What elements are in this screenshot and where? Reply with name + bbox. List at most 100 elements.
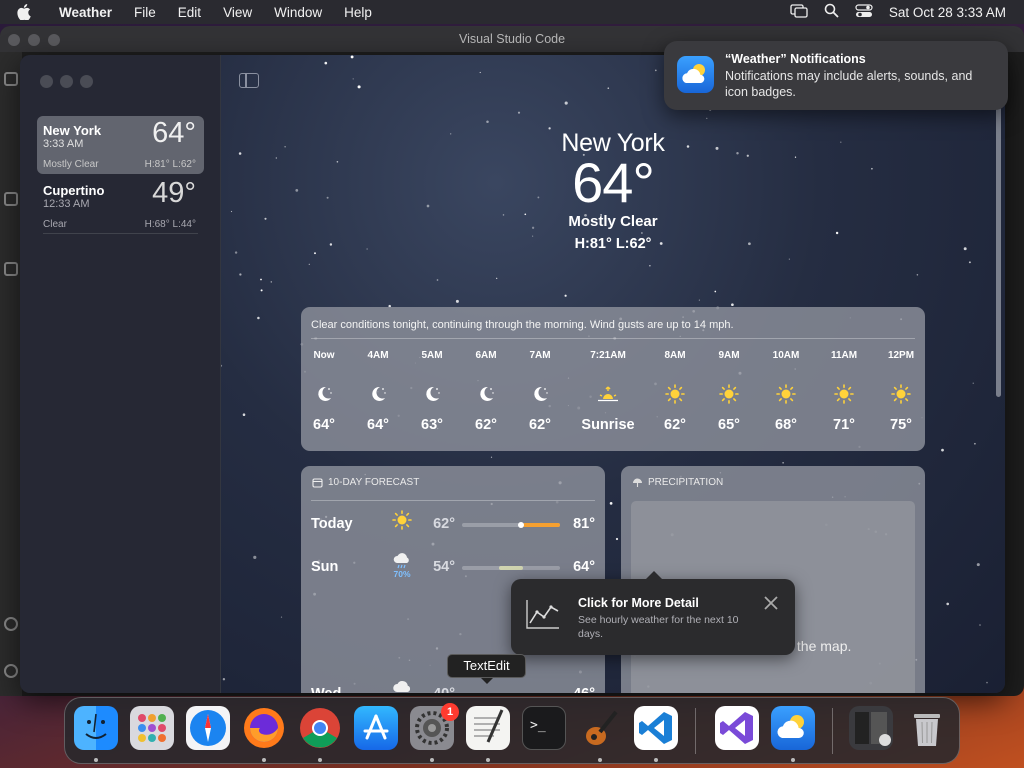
firefox-icon[interactable]: [242, 706, 286, 750]
notification-badge: 1: [441, 703, 459, 721]
running-indicator: [654, 758, 658, 762]
garageband-icon[interactable]: [578, 706, 622, 750]
precipitation-title: PRECIPITATION: [648, 477, 724, 488]
location-hilo: H:81° L:62°: [144, 159, 196, 170]
hour-value: 62°: [475, 417, 497, 433]
hour-value: 68°: [775, 417, 797, 433]
vscode-icon[interactable]: [634, 706, 678, 750]
finder-icon[interactable]: [74, 706, 118, 750]
terminal-icon[interactable]: >_: [522, 706, 566, 750]
temp-range-bar: [462, 566, 560, 570]
hour-value: 62°: [664, 417, 686, 433]
day-name: Wed: [311, 686, 341, 693]
low-temp: 54°: [433, 559, 455, 575]
running-indicator: [94, 758, 98, 762]
calendar-icon: [312, 478, 323, 488]
menu-bar: Weather File Edit View Window Help Sat O…: [0, 0, 1024, 24]
dock-separator: [832, 708, 833, 754]
hourly-item: 5AM 63°: [402, 350, 462, 433]
dock-separator: [695, 708, 696, 754]
hour-label: Now: [313, 350, 335, 361]
hourly-item: 8AM 62°: [645, 350, 705, 433]
hour-label: 7:21AM: [590, 350, 626, 361]
sidebar-toggle-icon[interactable]: [239, 73, 259, 88]
location-time: 12:33 AM: [43, 198, 90, 210]
account-icon[interactable]: [4, 617, 18, 631]
precipitation-header: PRECIPITATION: [632, 477, 723, 488]
location-time: 3:33 AM: [43, 138, 84, 150]
hourly-forecast-card[interactable]: Clear conditions tonight, continuing thr…: [301, 307, 925, 451]
forecast-row[interactable]: Wed 40° 46°: [311, 678, 595, 693]
search-icon[interactable]: [824, 3, 839, 21]
high-temp: 81°: [573, 516, 595, 532]
temp-range-fill: [499, 566, 523, 570]
minimize-button[interactable]: [60, 75, 73, 88]
running-indicator: [262, 758, 266, 762]
close-button[interactable]: [40, 75, 53, 88]
launchpad-icon[interactable]: [130, 706, 174, 750]
hour-label: 8AM: [664, 350, 686, 361]
screen-mirroring-icon[interactable]: [790, 3, 808, 21]
more-detail-tip[interactable]: Click for More Detail See hourly weather…: [511, 571, 795, 655]
control-center-icon[interactable]: [855, 3, 873, 21]
location-name: New York: [43, 123, 102, 138]
extensions-icon[interactable]: [4, 192, 18, 206]
hourly-item: 11AM 71°: [814, 350, 874, 433]
moon-icon: [456, 374, 516, 414]
menu-edit[interactable]: Edit: [167, 5, 212, 20]
rain-cloud-icon: 70%: [391, 553, 413, 583]
screenshot-stack-icon[interactable]: [849, 706, 893, 750]
ten-day-header: 10-DAY FORECAST: [312, 477, 419, 488]
divider: [311, 500, 595, 501]
menu-clock[interactable]: Sat Oct 28 3:33 AM: [889, 5, 1006, 20]
low-temp: 62°: [433, 516, 455, 532]
location-temp: 64°: [152, 117, 196, 149]
chrome-icon[interactable]: [298, 706, 342, 750]
hourly-item: 6AM 62°: [456, 350, 516, 433]
explorer-icon[interactable]: [4, 72, 18, 86]
menu-app-name[interactable]: Weather: [48, 5, 123, 20]
close-icon[interactable]: [761, 593, 781, 613]
moon-icon: [510, 374, 570, 414]
safari-icon[interactable]: [186, 706, 230, 750]
hour-label: 4AM: [367, 350, 389, 361]
menu-window[interactable]: Window: [263, 5, 333, 20]
textedit-icon[interactable]: [466, 706, 510, 750]
app-store-icon[interactable]: [354, 706, 398, 750]
apple-icon[interactable]: [0, 4, 48, 20]
menu-view[interactable]: View: [212, 5, 263, 20]
forecast-row[interactable]: Today 62° 81°: [311, 508, 595, 548]
locations-sidebar: New York 3:33 AM 64° Mostly Clear H:81° …: [20, 55, 221, 693]
notification-banner[interactable]: “Weather” Notifications Notifications ma…: [664, 41, 1008, 110]
visual-studio-icon[interactable]: [715, 706, 759, 750]
sun-icon: [645, 374, 705, 414]
location-condition: Clear: [43, 219, 67, 230]
running-indicator: [598, 758, 602, 762]
current-temp-dot: [517, 522, 524, 528]
menu-file[interactable]: File: [123, 5, 167, 20]
hourly-item: Now 64°: [294, 350, 354, 433]
day-name: Today: [311, 516, 353, 532]
hour-value: 65°: [718, 417, 740, 433]
trash-icon[interactable]: [905, 706, 949, 750]
hour-label: 7AM: [529, 350, 551, 361]
menu-help[interactable]: Help: [333, 5, 383, 20]
weather-dock-icon[interactable]: [771, 706, 815, 750]
umbrella-icon: [633, 478, 642, 487]
remote-icon[interactable]: [4, 262, 18, 276]
hour-value: 64°: [313, 417, 335, 433]
divider: [311, 338, 915, 339]
location-item-new-york[interactable]: New York 3:33 AM 64° Mostly Clear H:81° …: [37, 116, 204, 174]
moon-icon: [294, 374, 354, 414]
weather-app-icon: [677, 56, 714, 93]
weather-window: New York 3:33 AM 64° Mostly Clear H:81° …: [20, 55, 1005, 693]
running-indicator: [791, 758, 795, 762]
hourly-item: 10AM 68°: [756, 350, 816, 433]
hour-label: 11AM: [830, 350, 858, 361]
hour-value: Sunrise: [581, 417, 635, 433]
manage-gear-icon[interactable]: [4, 664, 18, 678]
dock-tooltip: TextEdit: [447, 654, 526, 684]
zoom-button[interactable]: [80, 75, 93, 88]
location-item-cupertino[interactable]: Cupertino 12:33 AM 49° Clear H:68° L:44°: [37, 176, 204, 234]
current-condition: Mostly Clear: [568, 213, 658, 230]
